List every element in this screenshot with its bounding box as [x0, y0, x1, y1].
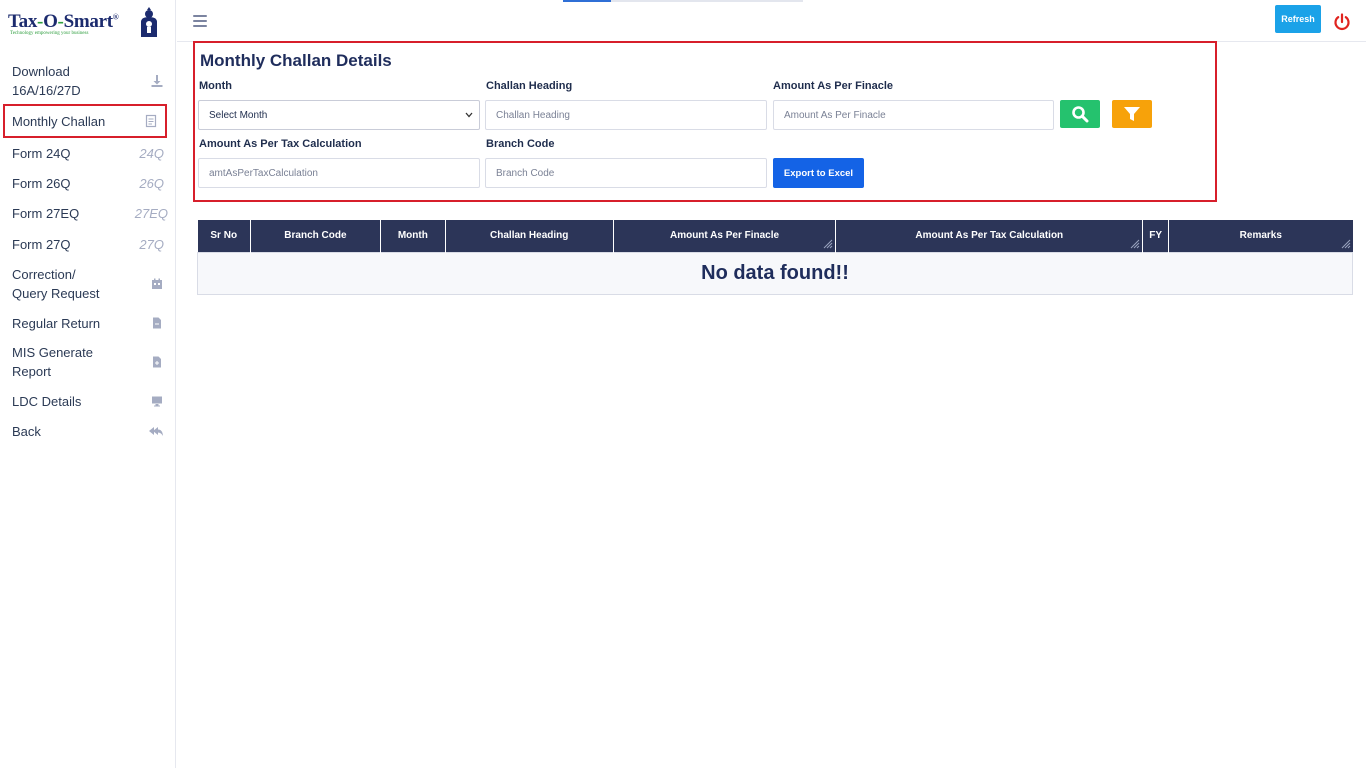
hamburger-icon[interactable]: [193, 15, 207, 27]
sidebar-item-download[interactable]: Download 16A/16/27D: [0, 58, 176, 104]
challan-table: Sr No Branch Code Month Challan Heading …: [197, 220, 1353, 295]
search-button[interactable]: [1060, 100, 1100, 128]
brand-tagline: Technology empowering your business: [10, 31, 89, 36]
sidebar-item-label: Back: [12, 423, 41, 439]
reply-all-icon: [149, 427, 163, 436]
form-tag: 24Q: [139, 145, 164, 161]
column-header-remarks[interactable]: Remarks: [1168, 220, 1353, 252]
sidebar-item-back[interactable]: Back: [0, 416, 176, 446]
form-tag: 27EQ: [134, 206, 168, 221]
file-icon: [153, 317, 161, 329]
challan-filter-panel: Monthly Challan Details Month Select Mon…: [193, 41, 1217, 202]
month-label: Month: [199, 80, 232, 92]
challan-heading-input[interactable]: Challan Heading: [485, 100, 767, 130]
filter-button[interactable]: [1112, 100, 1152, 128]
sidebar-item-ldc-details[interactable]: LDC Details: [0, 386, 176, 416]
form-tag: 26Q: [139, 175, 164, 191]
file-add-icon: [153, 356, 161, 368]
branch-code-label: Branch Code: [486, 138, 555, 150]
table-row: No data found!!: [197, 251, 1353, 295]
download-icon: [151, 75, 163, 87]
column-header-amount-finacle[interactable]: Amount As Per Finacle: [613, 220, 837, 252]
resize-handle-icon[interactable]: [1341, 239, 1351, 249]
month-select-value: Select Month: [209, 109, 268, 121]
document-icon: [145, 114, 157, 128]
amount-finacle-label: Amount As Per Finacle: [773, 80, 894, 92]
sidebar-item-form-24q[interactable]: Form 24Q 24Q: [0, 138, 176, 168]
column-header-amount-tax[interactable]: Amount As Per Tax Calculation: [835, 220, 1144, 252]
chevron-down-icon: [465, 112, 473, 118]
sidebar-item-label: Download 16A/16/27D: [12, 64, 81, 98]
sidebar-item-monthly-challan[interactable]: Monthly Challan: [3, 104, 167, 138]
sidebar-item-form-26q[interactable]: Form 26Q 26Q: [0, 168, 176, 198]
power-icon[interactable]: [1332, 12, 1352, 32]
top-bar: Refresh: [177, 0, 1366, 42]
sidebar-item-label: Correction/ Query Request: [12, 266, 100, 301]
brand-logo[interactable]: Tax-O-Smart® Technology empowering your …: [6, 6, 166, 42]
sidebar: Tax-O-Smart® Technology empowering your …: [0, 0, 176, 768]
progress-indicator-active: [563, 0, 611, 2]
search-icon: [1072, 106, 1089, 123]
column-header-fy[interactable]: FY: [1142, 220, 1170, 252]
page-title: Monthly Challan Details: [200, 51, 392, 70]
sidebar-item-form-27q[interactable]: Form 27Q 27Q: [0, 229, 176, 259]
sidebar-item-label: Form 26Q: [12, 175, 71, 191]
amount-finacle-input[interactable]: Amount As Per Finacle: [773, 100, 1054, 130]
refresh-button[interactable]: Refresh: [1275, 5, 1321, 33]
challan-heading-label: Challan Heading: [486, 80, 573, 92]
column-header-challan-heading[interactable]: Challan Heading: [445, 220, 614, 252]
sidebar-item-label: LDC Details: [12, 393, 82, 409]
brand-name: Tax-O-Smart®: [8, 11, 119, 32]
sidebar-item-label: Form 27EQ: [12, 206, 80, 221]
resize-handle-icon[interactable]: [1130, 239, 1140, 249]
sidebar-item-form-27eq[interactable]: Form 27EQ 27EQ: [0, 198, 176, 229]
month-select[interactable]: Select Month: [198, 100, 480, 130]
sidebar-item-label: Form 27Q: [12, 236, 71, 252]
sidebar-item-label: Monthly Challan: [12, 113, 106, 129]
sidebar-item-label: MIS Generate Report: [12, 345, 93, 379]
monitor-icon: [152, 396, 162, 407]
column-header-sr-no[interactable]: Sr No: [197, 220, 251, 252]
column-header-month[interactable]: Month: [380, 220, 446, 252]
sidebar-item-regular-return[interactable]: Regular Return: [0, 308, 176, 338]
sidebar-item-label: Regular Return: [12, 315, 101, 331]
progress-indicator: [563, 0, 803, 2]
brand-emblem-icon: [141, 7, 157, 37]
filter-icon: [1124, 107, 1140, 121]
form-tag: 27Q: [139, 236, 164, 252]
branch-code-input[interactable]: Branch Code: [485, 158, 767, 188]
resize-handle-icon[interactable]: [823, 239, 833, 249]
sidebar-nav: Download 16A/16/27D Monthly Challan Form…: [0, 58, 176, 446]
sidebar-item-correction-query[interactable]: Correction/ Query Request: [0, 259, 176, 308]
amount-tax-label: Amount As Per Tax Calculation: [199, 138, 362, 150]
empty-state-message: No data found!!: [197, 251, 1353, 295]
export-to-excel-button[interactable]: Export to Excel: [773, 158, 864, 188]
column-header-branch-code[interactable]: Branch Code: [250, 220, 381, 252]
sidebar-item-mis-generate-report[interactable]: MIS Generate Report: [0, 338, 176, 386]
calendar-icon: [152, 278, 162, 289]
table-header-row: Sr No Branch Code Month Challan Heading …: [197, 220, 1353, 252]
sidebar-item-label: Form 24Q: [12, 145, 71, 161]
amount-tax-input[interactable]: amtAsPerTaxCalculation: [198, 158, 480, 188]
